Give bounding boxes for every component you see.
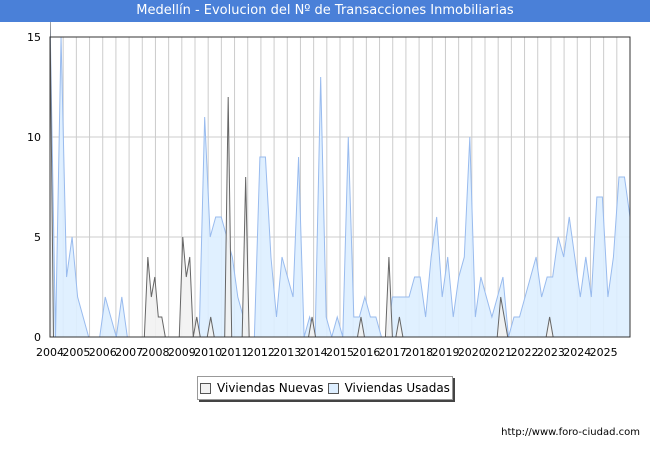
x-tick-label: 2007 <box>115 346 143 359</box>
x-tick-label: 2014 <box>300 346 328 359</box>
x-tick-label: 2018 <box>405 346 433 359</box>
x-tick-label: 2012 <box>247 346 275 359</box>
x-tick-label: 2024 <box>563 346 591 359</box>
x-tick-label: 2005 <box>62 346 90 359</box>
x-tick-label: 2013 <box>273 346 301 359</box>
x-tick-label: 2021 <box>484 346 512 359</box>
chart-title: Medellín - Evolucion del Nº de Transacci… <box>0 0 650 22</box>
legend-swatch-nuevas <box>200 382 212 394</box>
legend-swatch-usadas <box>327 382 339 394</box>
legend: Viviendas Nuevas Viviendas Usadas <box>197 376 453 400</box>
x-tick-label: 2025 <box>590 346 618 359</box>
x-tick-label: 2023 <box>537 346 565 359</box>
x-tick-label: 2020 <box>458 346 486 359</box>
x-tick-label: 2022 <box>511 346 539 359</box>
x-tick-label: 2008 <box>141 346 169 359</box>
x-tick-label: 2006 <box>89 346 117 359</box>
x-tick-label: 2015 <box>326 346 354 359</box>
legend-item-nuevas: Viviendas Nuevas <box>200 381 323 395</box>
x-tick-label: 2011 <box>221 346 249 359</box>
area-chart: 051015 200420052006200720082009201020112… <box>27 22 631 359</box>
x-tick-label: 2009 <box>168 346 196 359</box>
y-tick-label: 5 <box>34 231 41 244</box>
y-tick-label: 10 <box>27 131 41 144</box>
x-tick-label: 2019 <box>431 346 459 359</box>
y-tick-label: 0 <box>34 331 41 344</box>
legend-item-usadas: Viviendas Usadas <box>327 381 450 395</box>
x-axis-tick-labels: 2004200520062007200820092010201120122013… <box>36 346 618 359</box>
footer-url: http://www.foro-ciudad.com <box>501 427 640 438</box>
y-tick-label: 15 <box>27 31 41 44</box>
legend-label-usadas: Viviendas Usadas <box>344 381 450 395</box>
x-tick-label: 2017 <box>379 346 407 359</box>
legend-label-nuevas: Viviendas Nuevas <box>217 381 324 395</box>
y-axis-tick-labels: 0 5 10 15 <box>27 31 41 344</box>
x-tick-label: 2004 <box>36 346 64 359</box>
x-tick-label: 2010 <box>194 346 222 359</box>
x-tick-label: 2016 <box>352 346 380 359</box>
